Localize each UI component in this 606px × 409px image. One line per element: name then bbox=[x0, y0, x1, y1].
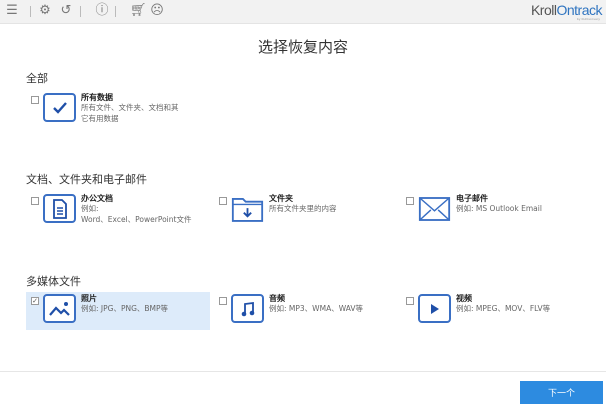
divider bbox=[80, 6, 81, 17]
logo-subtitle: by KLDiscovery bbox=[576, 17, 600, 21]
option-email[interactable]: 电子邮件 例如: MS Outlook Email bbox=[401, 192, 585, 230]
page-title: 选择恢复内容 bbox=[257, 38, 348, 56]
option-desc: 所有文件、文件夹、文档和其 它有用数据 bbox=[81, 102, 179, 124]
menu-icon[interactable]: ☰ bbox=[4, 3, 20, 19]
desc-line: 例如: MS Outlook Email bbox=[456, 204, 542, 213]
info-icon[interactable]: ⓘ bbox=[94, 3, 110, 19]
play-icon bbox=[418, 294, 451, 323]
desc-line: 例如: MPEG、MOV、FLV等 bbox=[456, 304, 551, 313]
desc-line: Word、Excel、PowerPoint文件 bbox=[81, 215, 192, 224]
logo-kroll: Kroll bbox=[530, 2, 557, 18]
folder-icon bbox=[231, 194, 264, 223]
settings-icon[interactable]: ⚙ bbox=[37, 3, 53, 19]
account-icon[interactable]: ☹ bbox=[149, 3, 165, 19]
option-audio[interactable]: 音频 例如: MP3、WMA、WAV等 bbox=[214, 292, 398, 330]
divider bbox=[115, 6, 116, 17]
checkbox[interactable] bbox=[31, 197, 39, 205]
desc-line: 例如: bbox=[81, 204, 99, 213]
desc-line: 它有用数据 bbox=[81, 114, 119, 123]
desc-line: 所有文件、文件夹、文档和其 bbox=[81, 103, 179, 112]
checkbox[interactable] bbox=[406, 297, 414, 305]
document-icon bbox=[43, 194, 76, 223]
section-multimedia-label: 多媒体文件 bbox=[26, 275, 81, 288]
footer-divider bbox=[0, 371, 606, 372]
divider bbox=[30, 6, 31, 17]
image-icon bbox=[43, 294, 76, 323]
option-desc: 例如: MS Outlook Email bbox=[456, 203, 542, 214]
desc-line: 例如: JPG、PNG、BMP等 bbox=[81, 304, 169, 313]
checkbox[interactable] bbox=[219, 297, 227, 305]
checkbox-checked[interactable]: ✓ bbox=[31, 297, 39, 305]
desc-line: 所有文件夹里的内容 bbox=[269, 204, 337, 213]
option-photos[interactable]: ✓ 照片 例如: JPG、PNG、BMP等 bbox=[26, 292, 210, 330]
option-office-documents[interactable]: 办公文档 例如: Word、Excel、PowerPoint文件 bbox=[26, 192, 210, 230]
option-desc: 例如: JPG、PNG、BMP等 bbox=[81, 303, 168, 314]
history-icon[interactable]: ↺ bbox=[58, 3, 74, 19]
desc-line: 例如: MP3、WMA、WAV等 bbox=[269, 304, 363, 313]
checkbox[interactable] bbox=[31, 96, 39, 104]
section-all-label: 全部 bbox=[26, 72, 48, 85]
envelope-icon bbox=[418, 194, 451, 223]
option-desc: 例如: MPEG、MOV、FLV等 bbox=[456, 303, 550, 314]
check-icon bbox=[43, 93, 76, 122]
toolbar: ☰ ⚙ ↺ ⓘ 🛒︎ ☹ KrollOntrack by KLDiscovery bbox=[0, 0, 606, 24]
option-folders[interactable]: 文件夹 所有文件夹里的内容 bbox=[214, 192, 398, 230]
option-desc: 所有文件夹里的内容 bbox=[269, 203, 337, 214]
option-desc: 例如: Word、Excel、PowerPoint文件 bbox=[81, 203, 191, 225]
checkbox[interactable] bbox=[406, 197, 414, 205]
music-note-icon bbox=[231, 294, 264, 323]
option-all-data[interactable]: 所有数据 所有文件、文件夹、文档和其 它有用数据 bbox=[26, 91, 210, 129]
cart-icon[interactable]: 🛒︎ bbox=[130, 3, 147, 19]
next-button[interactable]: 下一个 bbox=[520, 381, 603, 404]
checkbox[interactable] bbox=[219, 197, 227, 205]
logo: KrollOntrack bbox=[530, 2, 603, 18]
option-video[interactable]: 视频 例如: MPEG、MOV、FLV等 bbox=[401, 292, 585, 330]
option-desc: 例如: MP3、WMA、WAV等 bbox=[269, 303, 363, 314]
logo-ontrack: Ontrack bbox=[556, 2, 602, 18]
section-documents-label: 文档、文件夹和电子邮件 bbox=[26, 173, 147, 186]
